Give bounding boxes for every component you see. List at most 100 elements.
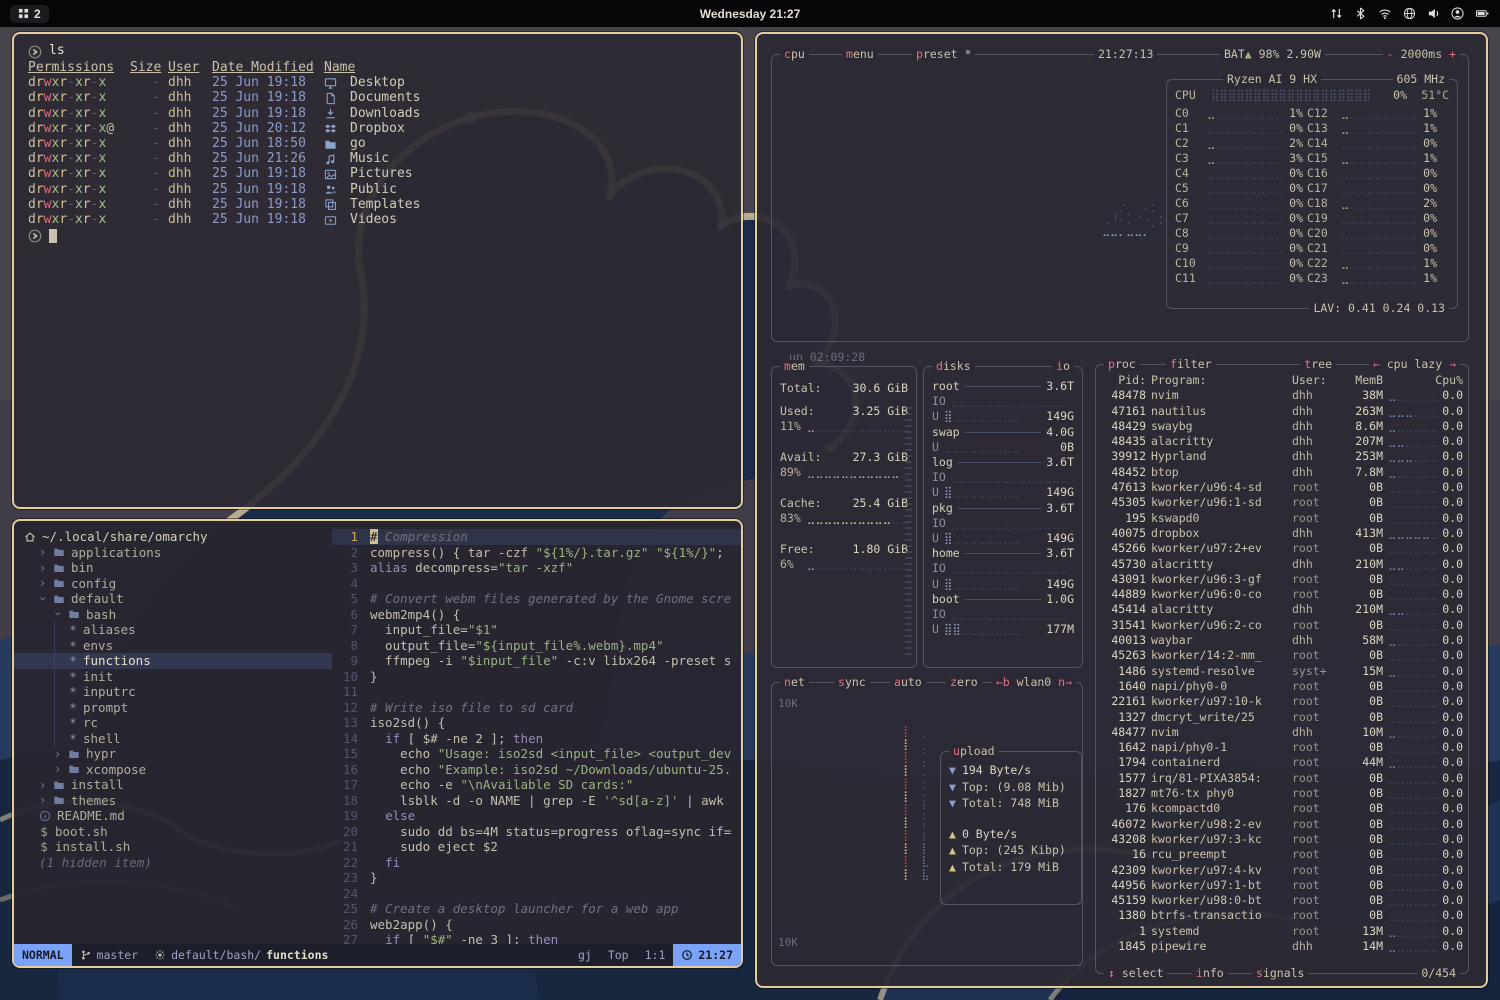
process-row[interactable]: 48429swaybgdhh8.6M⣀⣀⣀⣀⣀⣀0.0 <box>1096 419 1468 434</box>
code-area[interactable]: 1# Compression2compress() { tar -czf "${… <box>332 521 741 944</box>
process-row[interactable]: 31541kworker/u96:2-coroot0B⣀⣀⣀⣀⣀⣀0.0 <box>1096 618 1468 633</box>
io-toggle[interactable]: io <box>1052 360 1074 373</box>
process-row[interactable]: 48435alacrittydhh207M⣀⣀⣀⣀⣀⣀0.0 <box>1096 434 1468 449</box>
tree-item-bin[interactable]: ›bin <box>14 560 332 576</box>
workspace-indicator[interactable]: 2 <box>10 5 49 23</box>
tree-item-config[interactable]: ›config <box>14 576 332 592</box>
bluetooth-icon[interactable] <box>1354 7 1367 20</box>
process-row[interactable]: 45414alacrittydhh210M⣀⣀⣀⣀⣀⣀0.0 <box>1096 602 1468 617</box>
perm-char: d <box>28 75 36 90</box>
process-cpu: 0.0 <box>1435 648 1463 663</box>
net-auto-toggle[interactable]: auto <box>890 676 926 689</box>
tree-item-aliases[interactable]: *aliases <box>14 622 332 638</box>
preset-button[interactable]: preset * <box>912 48 975 61</box>
battery-icon[interactable] <box>1475 7 1490 20</box>
tree-item-bash[interactable]: ›bash <box>14 607 332 623</box>
terminal-window[interactable]: ls PermissionsSizeUserDate ModifiedName … <box>12 32 743 509</box>
tree-item-install[interactable]: ›install <box>14 777 332 793</box>
tree-item--local-share-omarchy[interactable]: ~/.local/share/omarchy <box>14 529 332 545</box>
process-row[interactable]: 39912Hyprlanddhh253M⣀⣀⣀⣀⣀⣀0.0 <box>1096 449 1468 464</box>
process-row[interactable]: 1577irq/81-PIXA3854:root0B⣀⣀⣀⣀⣀⣀0.0 <box>1096 771 1468 786</box>
process-row[interactable]: 1845pipewiredhh14M⣀⣀⣀⣀⣀⣀0.0 <box>1096 939 1468 954</box>
process-row[interactable]: 1642napi/phy0-1root0B⣀⣀⣀⣀⣀⣀0.0 <box>1096 740 1468 755</box>
line-number: 13 <box>332 715 358 731</box>
process-row[interactable]: 45159kworker/u98:0-btroot0B⣀⣀⣀⣀⣀⣀0.0 <box>1096 893 1468 908</box>
process-row[interactable]: 48477nvimdhh10M⣀⣀⣀⣀⣀⣀0.0 <box>1096 725 1468 740</box>
code-line: 11 <box>332 684 741 700</box>
tree-item-functions[interactable]: *functions <box>14 653 332 669</box>
tree-item-shell[interactable]: *shell <box>14 731 332 747</box>
process-name: alacritty <box>1151 434 1287 449</box>
process-row[interactable]: 1systemdroot13M⣀⣀⣀⣀⣀⣀0.0 <box>1096 924 1468 939</box>
process-row[interactable]: 16rcu_preemptroot0B⣀⣀⣀⣀⣀⣀0.0 <box>1096 847 1468 862</box>
process-row[interactable]: 195kswapd0root0B⣀⣀⣀⣀⣀⣀0.0 <box>1096 511 1468 526</box>
user-icon[interactable] <box>1451 7 1464 20</box>
globe-icon[interactable] <box>1403 7 1416 20</box>
process-row[interactable]: 45263kworker/14:2-mm_root0B⣀⣀⣀⣀⣀⣀0.0 <box>1096 648 1468 663</box>
process-row[interactable]: 1380btrfs-transactioroot0B⣀⣀⣀⣀⣀⣀0.0 <box>1096 908 1468 923</box>
process-row[interactable]: 1327dmcryt_write/25root0B⣀⣀⣀⣀⣀⣀0.0 <box>1096 710 1468 725</box>
tree-item-readme-md[interactable]: README.md <box>14 808 332 824</box>
process-row[interactable]: 176kcompactd0root0B⣀⣀⣀⣀⣀⣀0.0 <box>1096 801 1468 816</box>
info-button[interactable]: info <box>1192 967 1228 980</box>
process-row[interactable]: 1640napi/phy0-0root0B⣀⣀⣀⣀⣀⣀0.0 <box>1096 679 1468 694</box>
net-zero-toggle[interactable]: zero <box>946 676 982 689</box>
tree-item-prompt[interactable]: *prompt <box>14 700 332 716</box>
tree-toggle[interactable]: tree <box>1300 358 1336 371</box>
process-row[interactable]: 45266kworker/u97:2+evroot0B⣀⣀⣀⣀⣀⣀0.0 <box>1096 541 1468 556</box>
perm-char: - <box>67 151 75 166</box>
process-mem: 263M <box>1343 404 1383 419</box>
tree-item-hypr[interactable]: ›hypr <box>14 746 332 762</box>
process-row[interactable]: 43208kworker/u97:3-kcroot0B⣀⣀⣀⣀⣀⣀0.0 <box>1096 832 1468 847</box>
tree-item-rc[interactable]: *rc <box>14 715 332 731</box>
process-row[interactable]: 45305kworker/u96:1-sdroot0B⣀⣀⣀⣀⣀⣀0.0 <box>1096 495 1468 510</box>
editor-window[interactable]: ~/.local/share/omarchy›applications›bin›… <box>12 519 743 968</box>
core-meter: ⣀⣀⣀⣀⣀⣀⣀⣀⣀ <box>1207 151 1269 166</box>
process-user: root <box>1292 480 1338 495</box>
process-row[interactable]: 47613kworker/u96:4-sdroot0B⣀⣀⣀⣀⣀⣀0.0 <box>1096 480 1468 495</box>
upload-speed: 0 Byte/s <box>962 826 1017 843</box>
process-cpu: 0.0 <box>1435 801 1463 816</box>
tree-item-applications[interactable]: ›applications <box>14 545 332 561</box>
process-row[interactable]: 22161kworker/u97:10-kroot0B⣀⣀⣀⣀⣀⣀0.0 <box>1096 694 1468 709</box>
tree-folder-icon <box>53 562 65 574</box>
process-row[interactable]: 43091kworker/u96:3-gfroot0B⣀⣀⣀⣀⣀⣀0.0 <box>1096 572 1468 587</box>
tree-item-init[interactable]: *init <box>14 669 332 685</box>
process-row[interactable]: 44956kworker/u97:1-btroot0B⣀⣀⣀⣀⣀⣀0.0 <box>1096 878 1468 893</box>
speaker-icon[interactable] <box>1427 7 1440 20</box>
select-control[interactable]: ↕ select <box>1104 967 1167 980</box>
interval-control[interactable]: - 2000ms + <box>1383 48 1460 61</box>
process-row[interactable]: 42309kworker/u97:4-kvroot0B⣀⣀⣀⣀⣀⣀0.0 <box>1096 863 1468 878</box>
process-row[interactable]: 1794containerdroot44M⣀⣀⣀⣀⣀⣀0.0 <box>1096 755 1468 770</box>
process-row[interactable]: 44889kworker/u96:0-coroot0B⣀⣀⣀⣀⣀⣀0.0 <box>1096 587 1468 602</box>
wifi-icon[interactable] <box>1378 7 1392 20</box>
net-interface[interactable]: ←b wlan0 n→ <box>992 676 1076 689</box>
btop-window[interactable]: cpu menu preset * 21:27:13 BAT▲ 98% 2.90… <box>755 32 1488 988</box>
tree-item-inputrc[interactable]: *inputrc <box>14 684 332 700</box>
tree-item-envs[interactable]: *envs <box>14 638 332 654</box>
tree-item-themes[interactable]: ›themes <box>14 793 332 809</box>
filter-button[interactable]: filter <box>1166 358 1216 371</box>
menu-button[interactable]: menu <box>842 48 878 61</box>
tree-item-xcompose[interactable]: ›xcompose <box>14 762 332 778</box>
process-row[interactable]: 45730alacrittydhh210M⣀⣀⣀⣀⣀⣀0.0 <box>1096 557 1468 572</box>
tree-item-install-sh[interactable]: $install.sh <box>14 839 332 855</box>
process-row[interactable]: 1827mt76-tx phy0root0B⣀⣀⣀⣀⣀⣀0.0 <box>1096 786 1468 801</box>
process-row[interactable]: 47161nautilusdhh263M⣀⣀⣀⣀⣀⣀0.0 <box>1096 404 1468 419</box>
core-meter: ⣀⣀⣀⣀⣀⣀⣀⣀⣀ <box>1207 226 1269 241</box>
tree-item-default[interactable]: ›default <box>14 591 332 607</box>
perm-char: x <box>98 90 106 105</box>
prompt-line-2[interactable] <box>28 227 727 244</box>
sort-selector[interactable]: ← cpu lazy → <box>1369 358 1460 371</box>
process-row[interactable]: 48478nvimdhh38M⣀⣀⣀⣀⣀⣀0.0 <box>1096 388 1468 403</box>
updown-icon[interactable] <box>1330 7 1343 20</box>
signals-button[interactable]: signals <box>1252 967 1308 980</box>
process-row[interactable]: 40075dropboxdhh413M⣀⣀⣀⣀⣀⣀0.0 <box>1096 526 1468 541</box>
process-row[interactable]: 1486systemd-resolvesyst+15M⣀⣀⣀⣀⣀⣀0.0 <box>1096 664 1468 679</box>
process-row[interactable]: 48452btopdhh7.8M⣀⣀⣀⣀⣀⣀0.0 <box>1096 465 1468 480</box>
file-name: Downloads <box>350 106 727 123</box>
net-sync-toggle[interactable]: sync <box>834 676 870 689</box>
process-row[interactable]: 46072kworker/u98:2-evroot0B⣀⣀⣀⣀⣀⣀0.0 <box>1096 817 1468 832</box>
process-row[interactable]: 40013waybardhh58M⣀⣀⣀⣀⣀⣀0.0 <box>1096 633 1468 648</box>
tree-item-boot-sh[interactable]: $boot.sh <box>14 824 332 840</box>
